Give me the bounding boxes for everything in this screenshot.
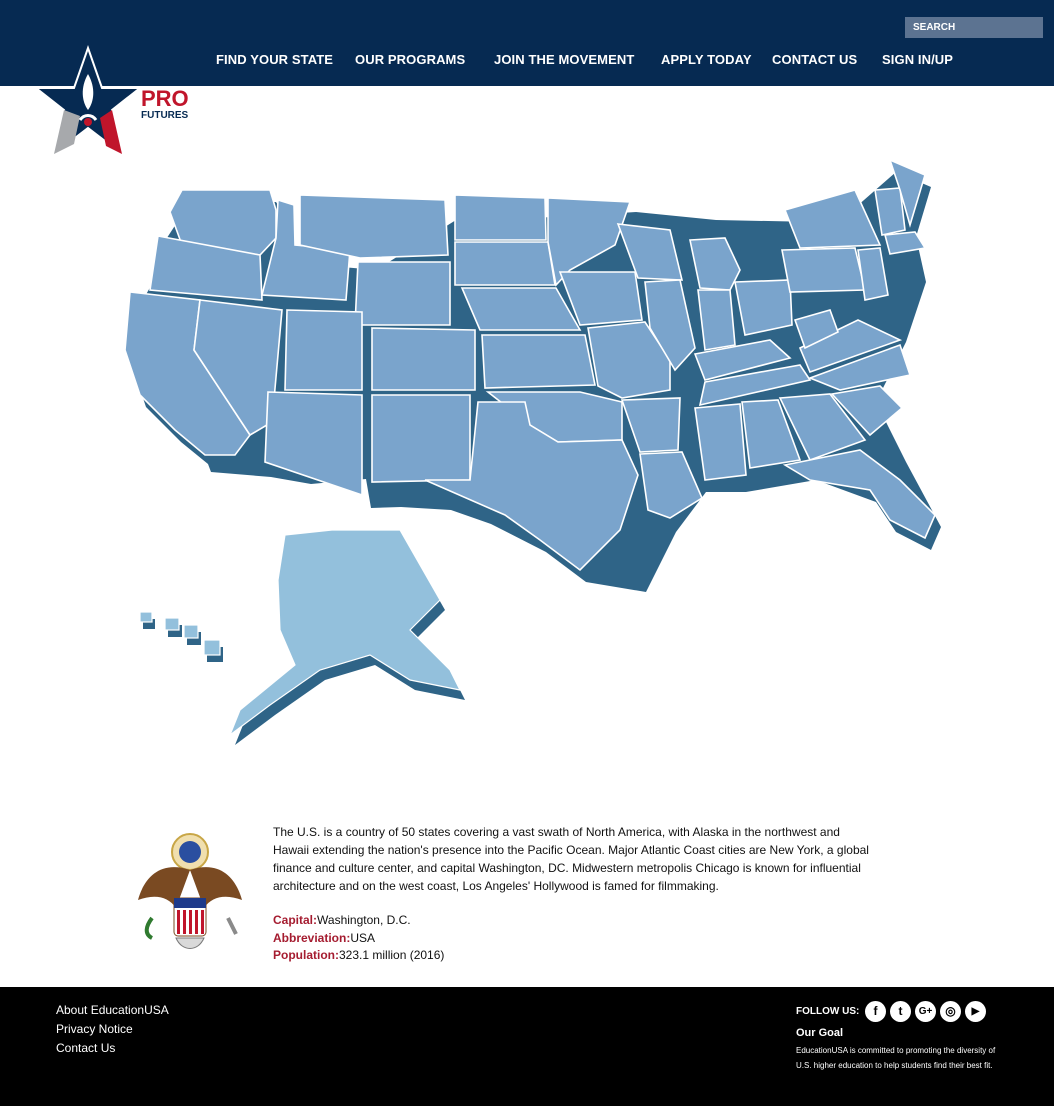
state-new-mexico[interactable] <box>371 394 471 483</box>
state-pennsylvania[interactable] <box>781 247 867 293</box>
footer-link-privacy[interactable]: Privacy Notice <box>56 1022 133 1036</box>
logo-futures-text: FUTURES <box>141 110 189 121</box>
state-utah[interactable] <box>284 309 363 391</box>
map-alaska-hawaii <box>139 529 462 737</box>
youtube-icon[interactable]: ▶ <box>965 1001 986 1022</box>
goal-text: EducationUSA is committed to promoting t… <box>796 1046 996 1070</box>
state-alaska[interactable] <box>228 529 462 737</box>
nav-contact-us[interactable]: CONTACT US <box>772 52 857 67</box>
nav-join-the-movement[interactable]: JOIN THE MOVEMENT <box>494 52 634 67</box>
facebook-icon[interactable]: f <box>865 1001 886 1022</box>
google-plus-icon[interactable]: G+ <box>915 1001 936 1022</box>
logo-pro-text: PRO <box>141 86 189 111</box>
follow-us-label: FOLLOW US: <box>796 1006 860 1017</box>
footer-link-about[interactable]: About EducationUSA <box>56 1003 169 1017</box>
nav-our-programs[interactable]: OUR PROGRAMS <box>355 52 465 67</box>
fact-value: 323.1 million (2016) <box>339 948 445 962</box>
country-description: The U.S. is a country of 50 states cover… <box>273 825 869 893</box>
state-hawaii-island-1[interactable] <box>139 611 153 623</box>
great-seal-icon <box>138 833 242 949</box>
fact-abbreviation: Abbreviation:USA <box>273 931 375 946</box>
state-montana[interactable] <box>299 194 449 259</box>
nav-sign-in-up[interactable]: SIGN IN/UP <box>882 52 953 67</box>
map-states <box>124 158 936 572</box>
footer-link-contact[interactable]: Contact Us <box>56 1041 115 1055</box>
fact-value: Washington, D.C. <box>317 913 411 927</box>
fact-population: Population:323.1 million (2016) <box>273 948 444 963</box>
state-colorado[interactable] <box>371 327 476 391</box>
goal-title: Our Goal <box>796 1027 844 1039</box>
state-indiana[interactable] <box>697 289 736 351</box>
state-hawaii-island-2[interactable] <box>164 617 180 631</box>
twitter-icon[interactable]: t <box>890 1001 911 1022</box>
nav-apply-today[interactable]: APPLY TODAY <box>661 52 752 67</box>
fact-label: Population: <box>273 948 339 962</box>
fact-label: Capital: <box>273 913 318 927</box>
state-mississippi[interactable] <box>694 403 747 481</box>
fact-label: Abbreviation: <box>273 931 351 945</box>
search-input[interactable] <box>905 17 1043 38</box>
state-wyoming[interactable] <box>354 261 451 326</box>
instagram-icon[interactable]: ◎ <box>940 1001 961 1022</box>
fact-value: USA <box>350 931 376 945</box>
state-hawaii-island-3[interactable] <box>183 624 199 639</box>
state-north-dakota[interactable] <box>454 194 547 241</box>
state-hawaii-island-4[interactable] <box>203 639 221 656</box>
nav-find-your-state[interactable]: FIND YOUR STATE <box>216 52 333 67</box>
state-ohio[interactable] <box>734 279 793 336</box>
fact-capital: Capital:Washington, D.C. <box>273 913 411 928</box>
state-south-dakota[interactable] <box>454 241 556 286</box>
us-states-map[interactable] <box>110 150 950 780</box>
state-kansas[interactable] <box>481 334 596 389</box>
